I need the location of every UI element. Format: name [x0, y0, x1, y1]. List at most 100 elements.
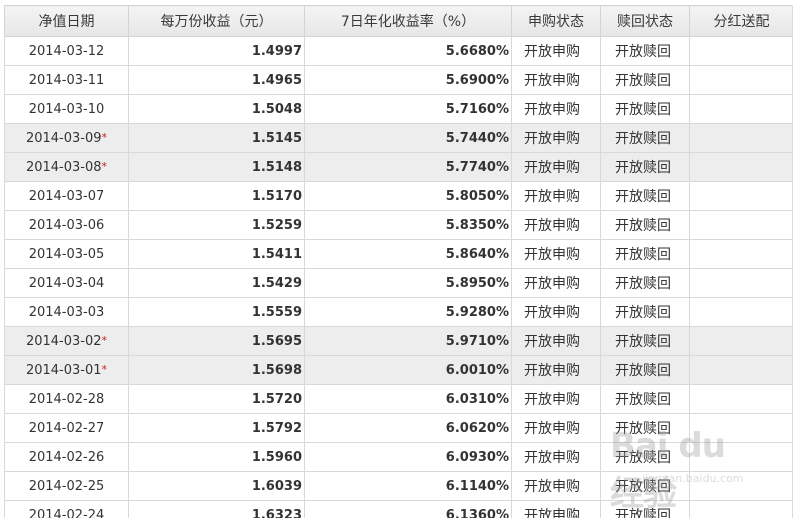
cell-dividend [689, 471, 794, 501]
cell-date: 2014-03-07 [4, 181, 129, 211]
date-text: 2014-03-08 [25, 159, 102, 175]
date-text: 2014-03-02 [25, 333, 102, 349]
cell-yield-per-10k: 1.5429 [128, 268, 305, 298]
cell-subscribe-status: 开放申购 [511, 471, 601, 501]
date-text: 2014-03-05 [28, 246, 105, 262]
table-row: 2014-03-05 1.5411 5.8640% 开放申购 开放赎回 [4, 239, 794, 269]
cell-date: 2014-03-10 [4, 94, 129, 124]
table-row: 2014-03-01* 1.5698 6.0010% 开放申购 开放赎回 [4, 355, 794, 385]
cell-dividend [689, 239, 794, 269]
cell-7day-rate: 5.8350% [304, 210, 512, 240]
cell-subscribe-status: 开放申购 [511, 268, 601, 298]
cell-yield-per-10k: 1.5720 [128, 384, 305, 414]
cell-subscribe-status: 开放申购 [511, 210, 601, 240]
cell-yield-per-10k: 1.5170 [128, 181, 305, 211]
cell-redeem-status: 开放赎回 [600, 181, 690, 211]
table-row: 2014-03-02* 1.5695 5.9710% 开放申购 开放赎回 [4, 326, 794, 356]
cell-dividend [689, 268, 794, 298]
date-text: 2014-03-01 [25, 362, 102, 378]
cell-date: 2014-02-24 [4, 500, 129, 518]
cell-subscribe-status: 开放申购 [511, 297, 601, 327]
table-row: 2014-03-09* 1.5145 5.7440% 开放申购 开放赎回 [4, 123, 794, 153]
date-text: 2014-03-03 [28, 304, 105, 320]
cell-date: 2014-02-27 [4, 413, 129, 443]
cell-yield-per-10k: 1.5559 [128, 297, 305, 327]
cell-dividend [689, 442, 794, 472]
cell-yield-per-10k: 1.6039 [128, 471, 305, 501]
header-7day-rate[interactable]: 7日年化收益率（%） [304, 5, 512, 37]
cell-date: 2014-03-06 [4, 210, 129, 240]
cell-yield-per-10k: 1.5698 [128, 355, 305, 385]
cell-7day-rate: 5.8950% [304, 268, 512, 298]
header-yield-per-10k[interactable]: 每万份收益（元） [128, 5, 305, 37]
cell-redeem-status: 开放赎回 [600, 239, 690, 269]
cell-redeem-status: 开放赎回 [600, 384, 690, 414]
cell-7day-rate: 5.6680% [304, 36, 512, 66]
cell-redeem-status: 开放赎回 [600, 65, 690, 95]
date-text: 2014-02-27 [28, 420, 105, 436]
cell-date: 2014-03-09* [4, 123, 129, 153]
fund-yield-table: 净值日期 每万份收益（元） 7日年化收益率（%） 申购状态 赎回状态 分红送配 2014-… [4, 5, 794, 518]
cell-subscribe-status: 开放申购 [511, 65, 601, 95]
header-subscribe-status[interactable]: 申购状态 [511, 5, 601, 37]
cell-7day-rate: 6.1360% [304, 500, 512, 518]
table-row: 2014-03-12 1.4997 5.6680% 开放申购 开放赎回 [4, 36, 794, 66]
table-row: 2014-02-26 1.5960 6.0930% 开放申购 开放赎回 [4, 442, 794, 472]
header-redeem-status[interactable]: 赎回状态 [600, 5, 690, 37]
cell-dividend [689, 355, 794, 385]
cell-redeem-status: 开放赎回 [600, 355, 690, 385]
date-text: 2014-03-06 [28, 217, 105, 233]
cell-dividend [689, 152, 794, 182]
table-header: 净值日期 每万份收益（元） 7日年化收益率（%） 申购状态 赎回状态 分红送配 [4, 5, 794, 37]
cell-date: 2014-03-12 [4, 36, 129, 66]
table-row: 2014-03-10 1.5048 5.7160% 开放申购 开放赎回 [4, 94, 794, 124]
cell-dividend [689, 181, 794, 211]
cell-dividend [689, 413, 794, 443]
header-dividend[interactable]: 分红送配 [689, 5, 794, 37]
vertical-scrollbar[interactable] [792, 5, 801, 518]
cell-subscribe-status: 开放申购 [511, 500, 601, 518]
date-text: 2014-03-12 [28, 43, 105, 59]
cell-7day-rate: 5.7160% [304, 94, 512, 124]
date-text: 2014-03-11 [28, 72, 105, 88]
cell-date: 2014-02-26 [4, 442, 129, 472]
cell-yield-per-10k: 1.5259 [128, 210, 305, 240]
cell-dividend [689, 94, 794, 124]
table-row: 2014-03-03 1.5559 5.9280% 开放申购 开放赎回 [4, 297, 794, 327]
table-row: 2014-03-04 1.5429 5.8950% 开放申购 开放赎回 [4, 268, 794, 298]
cell-subscribe-status: 开放申购 [511, 152, 601, 182]
cell-redeem-status: 开放赎回 [600, 36, 690, 66]
cell-date: 2014-02-25 [4, 471, 129, 501]
cell-date: 2014-03-04 [4, 268, 129, 298]
header-date[interactable]: 净值日期 [4, 5, 129, 37]
date-text: 2014-03-09 [25, 130, 102, 146]
cell-date: 2014-03-02* [4, 326, 129, 356]
holiday-star-marker: * [101, 362, 108, 376]
cell-7day-rate: 5.8050% [304, 181, 512, 211]
cell-redeem-status: 开放赎回 [600, 413, 690, 443]
cell-date: 2014-03-11 [4, 65, 129, 95]
cell-7day-rate: 5.8640% [304, 239, 512, 269]
date-text: 2014-03-10 [28, 101, 105, 117]
cell-yield-per-10k: 1.6323 [128, 500, 305, 518]
cell-redeem-status: 开放赎回 [600, 500, 690, 518]
cell-redeem-status: 开放赎回 [600, 152, 690, 182]
cell-yield-per-10k: 1.5695 [128, 326, 305, 356]
cell-subscribe-status: 开放申购 [511, 94, 601, 124]
cell-7day-rate: 5.9710% [304, 326, 512, 356]
cell-date: 2014-03-03 [4, 297, 129, 327]
cell-dividend [689, 65, 794, 95]
cell-7day-rate: 6.0010% [304, 355, 512, 385]
cell-redeem-status: 开放赎回 [600, 123, 690, 153]
cell-7day-rate: 6.0620% [304, 413, 512, 443]
cell-yield-per-10k: 1.5148 [128, 152, 305, 182]
table-row: 2014-02-27 1.5792 6.0620% 开放申购 开放赎回 [4, 413, 794, 443]
cell-yield-per-10k: 1.5145 [128, 123, 305, 153]
cell-subscribe-status: 开放申购 [511, 36, 601, 66]
cell-redeem-status: 开放赎回 [600, 297, 690, 327]
table-row: 2014-03-11 1.4965 5.6900% 开放申购 开放赎回 [4, 65, 794, 95]
date-text: 2014-02-26 [28, 449, 105, 465]
cell-subscribe-status: 开放申购 [511, 442, 601, 472]
date-text: 2014-03-07 [28, 188, 105, 204]
cell-redeem-status: 开放赎回 [600, 326, 690, 356]
